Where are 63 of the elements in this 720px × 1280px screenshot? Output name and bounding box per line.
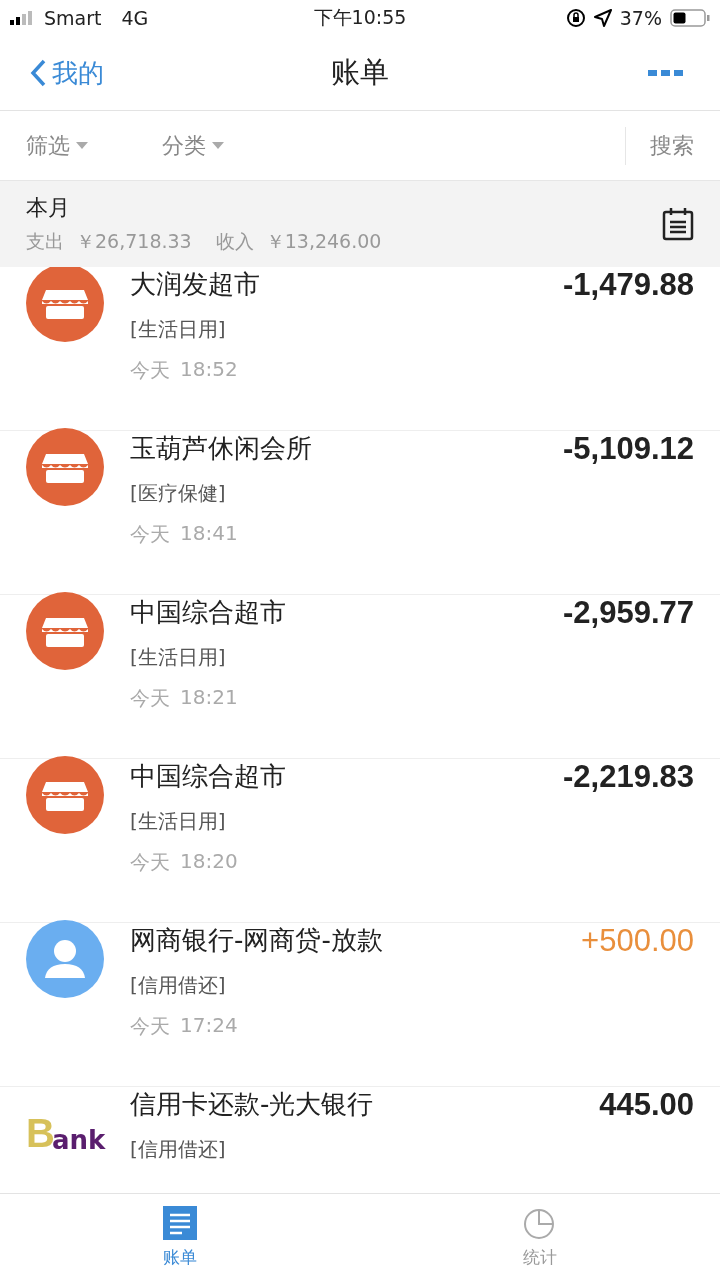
- transaction-row[interactable]: 玉葫芦休闲会所 [医疗保健] 今天 18:41 -5,109.12: [0, 431, 720, 595]
- amount: +500.00: [581, 923, 694, 959]
- network-type: 4G: [121, 7, 149, 29]
- battery-percent: 37%: [619, 7, 662, 29]
- expense-label: 支出: [26, 229, 64, 254]
- transaction-row[interactable]: 中国综合超市 [生活日用] 今天 18:21 -2,959.77: [0, 595, 720, 759]
- category-label: [信用借还]: [130, 972, 227, 999]
- time-label: 18:41: [180, 521, 238, 547]
- expense-total: ￥26,718.33: [76, 229, 192, 254]
- store-icon: [26, 592, 104, 670]
- category-label: [生活日用]: [130, 808, 227, 835]
- time-label: 18:21: [180, 685, 238, 711]
- period-label: 本月: [26, 194, 71, 222]
- category-label: [医疗保健]: [130, 480, 227, 507]
- filter-dropdown[interactable]: 分类: [162, 130, 224, 161]
- income-total: ￥13,246.00: [265, 229, 382, 254]
- chevron-left-icon: [30, 59, 46, 87]
- tab[interactable]: 账单: [120, 1205, 240, 1269]
- category-label: [信用借还]: [130, 1136, 227, 1163]
- merchant-name: 玉葫芦休闲会所: [130, 432, 312, 465]
- transaction-row[interactable]: 大润发超市 [生活日用] 今天 18:52 -1,479.88: [0, 267, 720, 431]
- search-button[interactable]: 搜索: [625, 126, 694, 165]
- amount: 445.00: [599, 1087, 694, 1123]
- category-label: [生活日用]: [130, 316, 227, 343]
- dropdown-triangle-icon: [212, 142, 224, 149]
- store-icon: [26, 428, 104, 506]
- merchant-name: 中国综合超市: [130, 760, 286, 793]
- more-icon: [648, 69, 684, 77]
- date-label: 今天: [130, 357, 170, 384]
- time-label: 18:20: [180, 849, 238, 875]
- amount: -2,219.83: [563, 759, 694, 795]
- rotation-lock-icon: [565, 8, 586, 28]
- merchant-name: 中国综合超市: [130, 596, 286, 629]
- time-label: 17:24: [180, 1013, 238, 1039]
- bank-logo: Bank: [26, 1113, 104, 1153]
- filter-dropdown[interactable]: 筛选: [26, 130, 88, 161]
- transaction-row[interactable]: 中国综合超市 [生活日用] 今天 18:20 -2,219.83: [0, 759, 720, 923]
- amount: -1,479.88: [563, 267, 694, 303]
- merchant-name: 信用卡还款-光大银行: [130, 1088, 374, 1121]
- store-icon: [26, 756, 104, 834]
- back-button[interactable]: 我的: [30, 55, 104, 91]
- person-avatar-icon: [26, 920, 104, 998]
- dropdown-triangle-icon: [76, 142, 88, 149]
- list-icon: [163, 1205, 197, 1240]
- date-label: 今天: [130, 521, 170, 548]
- merchant-name: 大润发超市: [130, 268, 260, 301]
- date-label: 今天: [130, 1013, 170, 1040]
- time-label: 18:52: [180, 357, 238, 383]
- amount: -5,109.12: [563, 431, 694, 467]
- battery-icon: [670, 9, 710, 27]
- page-title: 账单: [331, 54, 389, 91]
- transaction-row[interactable]: 网商银行-网商贷-放款 [信用借还] 今天 17:24 +500.00: [0, 923, 720, 1087]
- income-label: 收入: [215, 229, 254, 254]
- merchant-name: 网商银行-网商贷-放款: [130, 924, 383, 957]
- date-label: 今天: [130, 849, 170, 876]
- clock: 下午10:55: [313, 6, 407, 28]
- date-label: 今天: [130, 685, 170, 712]
- calendar-button[interactable]: [662, 207, 694, 241]
- calendar-icon: [662, 207, 694, 241]
- carrier-name: Smart: [44, 7, 102, 29]
- amount: -2,959.77: [563, 595, 694, 631]
- location-arrow-icon: [593, 9, 612, 27]
- category-label: [生活日用]: [130, 644, 227, 671]
